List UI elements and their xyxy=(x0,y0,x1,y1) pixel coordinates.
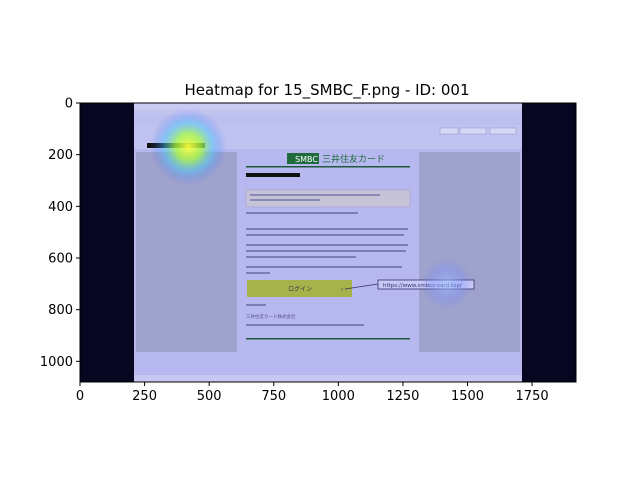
body-line-8 xyxy=(246,272,270,274)
login-button-label: ログイン xyxy=(288,285,312,293)
body-line-4 xyxy=(246,244,408,246)
y-tick-label: 800 xyxy=(48,303,73,318)
x-axis: 0 250 500 750 1000 1250 1500 1750 xyxy=(76,382,549,404)
brand-name: 三井住友カード xyxy=(322,153,385,165)
x-tick-label: 250 xyxy=(132,389,157,404)
letterbox-left xyxy=(80,103,134,382)
reply-button xyxy=(439,127,459,135)
body-line-6 xyxy=(246,256,356,258)
window-titlebar xyxy=(134,103,522,109)
notice-line-2 xyxy=(250,199,320,201)
notice-box xyxy=(245,189,411,208)
y-tick-label: 1000 xyxy=(40,355,73,370)
other-button xyxy=(489,127,517,135)
header-rule xyxy=(246,166,410,168)
body-line-5 xyxy=(246,250,406,252)
y-tick-label: 200 xyxy=(48,148,73,163)
footer-company: 三井住友カード株式会社 xyxy=(246,313,296,320)
y-tick-label: 600 xyxy=(48,252,73,267)
footer-line-1 xyxy=(246,304,266,306)
login-arrow: › xyxy=(341,286,343,293)
heatmap-hotspot xyxy=(150,108,227,185)
status-bar xyxy=(134,375,522,382)
chart-title: Heatmap for 15_SMBC_F.png - ID: 001 xyxy=(184,81,469,100)
x-tick-label: 500 xyxy=(197,389,222,404)
letterbox-right xyxy=(522,103,576,382)
footer-line-2 xyxy=(246,324,364,326)
recipient-redaction xyxy=(246,173,300,177)
notice-line-1 xyxy=(250,194,380,196)
body-line-1 xyxy=(246,212,358,214)
smbc-logo-text: SMBC xyxy=(295,155,318,164)
y-tick-label: 400 xyxy=(48,200,73,215)
right-side-panel xyxy=(419,152,520,352)
x-tick-label: 1500 xyxy=(451,389,484,404)
y-axis: 0 200 400 600 800 1000 xyxy=(40,97,80,370)
x-tick-label: 0 xyxy=(76,389,84,404)
body-line-2 xyxy=(246,228,408,230)
forward-button xyxy=(459,127,487,135)
x-tick-label: 1000 xyxy=(322,389,355,404)
heatmap-hotspot xyxy=(421,258,473,310)
x-tick-label: 750 xyxy=(261,389,286,404)
footer-rule xyxy=(246,338,410,340)
heatmap-image: SMBC 三井住友カード ログイン › https://www.smbcc-ca… xyxy=(80,103,576,382)
y-tick-label: 0 xyxy=(65,97,73,112)
body-line-7 xyxy=(246,266,402,268)
heatmap-figure: Heatmap for 15_SMBC_F.png - ID: 001 SMBC… xyxy=(40,81,577,404)
body-line-3 xyxy=(246,234,404,236)
x-tick-label: 1250 xyxy=(386,389,419,404)
x-tick-label: 1750 xyxy=(516,389,549,404)
